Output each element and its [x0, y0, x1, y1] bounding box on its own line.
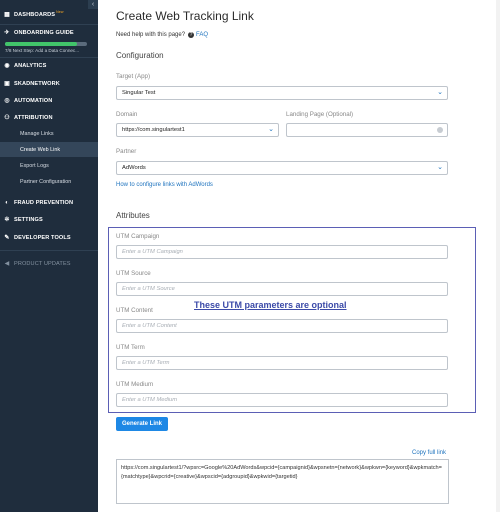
utm-term-input[interactable]: Enter a UTM Term: [116, 356, 448, 370]
target-app-value: Singular Test: [122, 90, 156, 96]
gear-icon: ✲: [4, 217, 10, 223]
utm-medium-input[interactable]: Enter a UTM Medium: [116, 393, 448, 407]
nav-product-updates-label: PRODUCT UPDATES: [14, 261, 71, 267]
page-title: Create Web Tracking Link: [116, 9, 254, 23]
divider: [0, 250, 98, 251]
nav-developer-label: DEVELOPER TOOLS: [14, 235, 71, 241]
sidebar-sub-export-logs[interactable]: Export Logs: [0, 158, 98, 173]
partner-select[interactable]: AdWords ⌄: [116, 161, 448, 175]
attributes-heading: Attributes: [116, 211, 150, 220]
utm-term-label: UTM Term: [116, 344, 145, 351]
dashboard-icon: ▦: [4, 12, 10, 18]
nav-settings[interactable]: ✲ SETTINGS: [0, 212, 98, 228]
clear-icon[interactable]: [437, 127, 443, 133]
sidebar-sub-manage-links[interactable]: Manage Links: [0, 126, 98, 141]
nav-automation-label: AUTOMATION: [14, 98, 53, 104]
sidebar-sub-partner-configuration[interactable]: Partner Configuration: [0, 174, 98, 189]
help-text: Need help with this page?: [116, 32, 186, 38]
nav-automation[interactable]: ◎ AUTOMATION: [0, 93, 98, 109]
domain-value: https://com.singulartest1: [122, 127, 185, 133]
onboarding-progress-fill: [5, 42, 77, 46]
shield-icon: ◐: [5, 200, 9, 206]
nav-fraud-label: FRAUD PREVENTION: [14, 200, 74, 206]
skadnetwork-icon: ▣: [4, 81, 10, 87]
nav-onboarding-label: ONBOARDING GUIDE: [14, 30, 74, 36]
utm-optional-note: These UTM parameters are optional: [194, 300, 347, 310]
nav-analytics-label: ANALYTICS: [14, 63, 47, 69]
nav-fraud-prevention[interactable]: ◐ FRAUD PREVENTION: [0, 195, 98, 211]
nav-dashboards[interactable]: ▦ DASHBOARDS New: [0, 7, 98, 23]
sidebar: ‹ ▦ DASHBOARDS New ✈ ONBOARDING GUIDE 7/…: [0, 0, 98, 512]
utm-content-label: UTM Content: [116, 307, 153, 314]
nav-attribution[interactable]: ⚇ ATTRIBUTION: [0, 110, 98, 126]
question-icon: ?: [188, 32, 195, 38]
partner-value: AdWords: [122, 165, 146, 171]
nav-attribution-label: ATTRIBUTION: [14, 115, 53, 121]
utm-medium-label: UTM Medium: [116, 381, 154, 388]
utm-campaign-input[interactable]: Enter a UTM Campaign: [116, 245, 448, 259]
nav-developer-tools[interactable]: ✎ DEVELOPER TOOLS: [0, 230, 98, 246]
utm-campaign-label: UTM Campaign: [116, 233, 160, 240]
nav-dashboards-label: DASHBOARDS: [14, 12, 56, 18]
attribution-icon: ⚇: [4, 115, 10, 121]
analytics-icon: ◉: [4, 63, 10, 69]
faq-link[interactable]: FAQ: [196, 32, 208, 38]
partner-label: Partner: [116, 148, 137, 155]
landing-page-label: Landing Page (Optional): [286, 111, 354, 118]
scrollbar[interactable]: [496, 0, 500, 512]
configure-adwords-link[interactable]: How to configure links with AdWords: [116, 182, 213, 188]
automation-icon: ◎: [4, 98, 10, 104]
configuration-heading: Configuration: [116, 51, 164, 60]
onboarding-progress-bar: [5, 42, 87, 46]
nav-skadnetwork-label: SKADNETWORK: [14, 81, 60, 87]
nav-skadnetwork[interactable]: ▣ SKADNETWORK: [0, 76, 98, 92]
megaphone-icon: ◀: [4, 261, 10, 267]
wrench-icon: ✎: [4, 235, 10, 241]
generated-url-box[interactable]: https://com.singulartest1/?wpsrc=Google%…: [116, 459, 449, 504]
generate-link-button[interactable]: Generate Link: [116, 417, 168, 431]
utm-source-label: UTM Source: [116, 270, 151, 277]
domain-label: Domain: [116, 111, 138, 118]
nav-onboarding-guide[interactable]: ✈ ONBOARDING GUIDE: [0, 25, 98, 41]
target-label: Target (App): [116, 73, 151, 80]
domain-select[interactable]: https://com.singulartest1 ⌄: [116, 123, 279, 137]
help-line: Need help with this page?? FAQ: [116, 32, 208, 38]
rocket-icon: ✈: [4, 30, 10, 36]
nav-analytics[interactable]: ◉ ANALYTICS: [0, 58, 98, 74]
nav-product-updates[interactable]: ◀ PRODUCT UPDATES: [0, 256, 98, 272]
sidebar-sub-create-web-link[interactable]: Create Web Link: [0, 142, 98, 157]
landing-page-input[interactable]: [286, 123, 448, 137]
new-badge: New: [56, 10, 64, 14]
utm-source-input[interactable]: Enter a UTM Source: [116, 282, 448, 296]
chevron-down-icon: ⌄: [437, 89, 443, 96]
onboarding-next-step[interactable]: 7/8 Next Step: Add a Data Connec...: [5, 48, 93, 53]
chevron-down-icon: ⌄: [437, 164, 443, 171]
nav-settings-label: SETTINGS: [14, 217, 43, 223]
copy-full-link[interactable]: Copy full link: [412, 450, 446, 456]
main-content: Create Web Tracking Link Need help with …: [98, 0, 501, 512]
utm-content-input[interactable]: Enter a UTM Content: [116, 319, 448, 333]
target-app-select[interactable]: Singular Test ⌄: [116, 86, 448, 100]
chevron-down-icon: ⌄: [268, 126, 274, 133]
